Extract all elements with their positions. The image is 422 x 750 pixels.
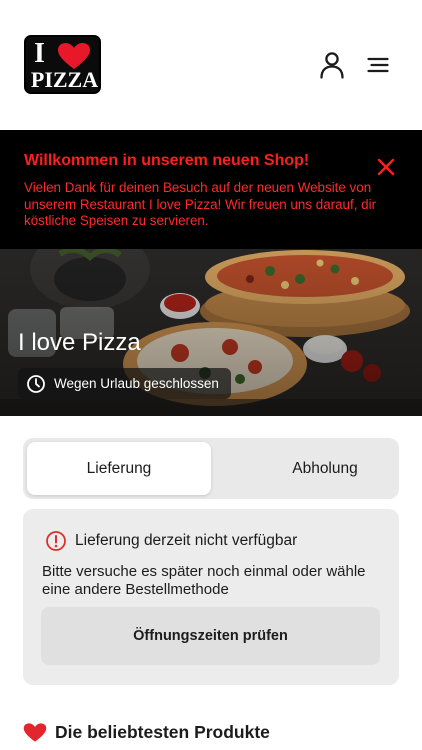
heart-icon xyxy=(23,723,47,742)
tab-pickup[interactable]: Abholung xyxy=(234,442,416,495)
header: I PIZZA xyxy=(0,0,422,130)
section-title: Die beliebtesten Produkte xyxy=(55,722,270,742)
notice-title: Lieferung derzeit nicht verfügbar xyxy=(75,532,298,549)
user-icon xyxy=(320,52,344,79)
status-text: Wegen Urlaub geschlossen xyxy=(54,376,219,391)
logo-text: PIZZA xyxy=(30,67,99,92)
logo-letter: I xyxy=(34,38,45,69)
logo-heart-icon xyxy=(58,43,90,69)
banner-title: Willkommen in unserem neuen Shop! xyxy=(24,152,310,169)
hero-image: I love Pizza Wegen Urlaub geschlossen xyxy=(0,249,422,416)
check-opening-hours-button[interactable]: Öffnungszeiten prüfen xyxy=(41,607,380,665)
notice-header: Lieferung derzeit nicht verfügbar xyxy=(45,530,297,552)
status-badge: Wegen Urlaub geschlossen xyxy=(18,368,231,399)
account-button[interactable] xyxy=(316,49,348,81)
close-icon[interactable] xyxy=(376,157,396,177)
banner-message: Vielen Dank für deinen Besuch auf der ne… xyxy=(24,180,377,228)
clock-icon xyxy=(27,374,45,393)
hamburger-menu-icon xyxy=(367,57,389,73)
tab-delivery[interactable]: Lieferung xyxy=(27,442,211,495)
menu-button[interactable] xyxy=(362,49,394,81)
notice-body: Bitte versuche es später noch einmal ode… xyxy=(42,563,366,598)
restaurant-name: I love Pizza xyxy=(18,329,141,356)
info-circle-icon xyxy=(46,531,66,551)
delivery-unavailable-card: Lieferung derzeit nicht verfügbar Bitte … xyxy=(23,509,399,685)
order-mode-toggle: Lieferung Abholung xyxy=(23,438,399,499)
welcome-banner: Willkommen in unserem neuen Shop! Vielen… xyxy=(0,130,422,249)
brand-logo[interactable]: I PIZZA xyxy=(24,35,101,94)
popular-products-heading: Die beliebtesten Produkte xyxy=(23,722,270,743)
